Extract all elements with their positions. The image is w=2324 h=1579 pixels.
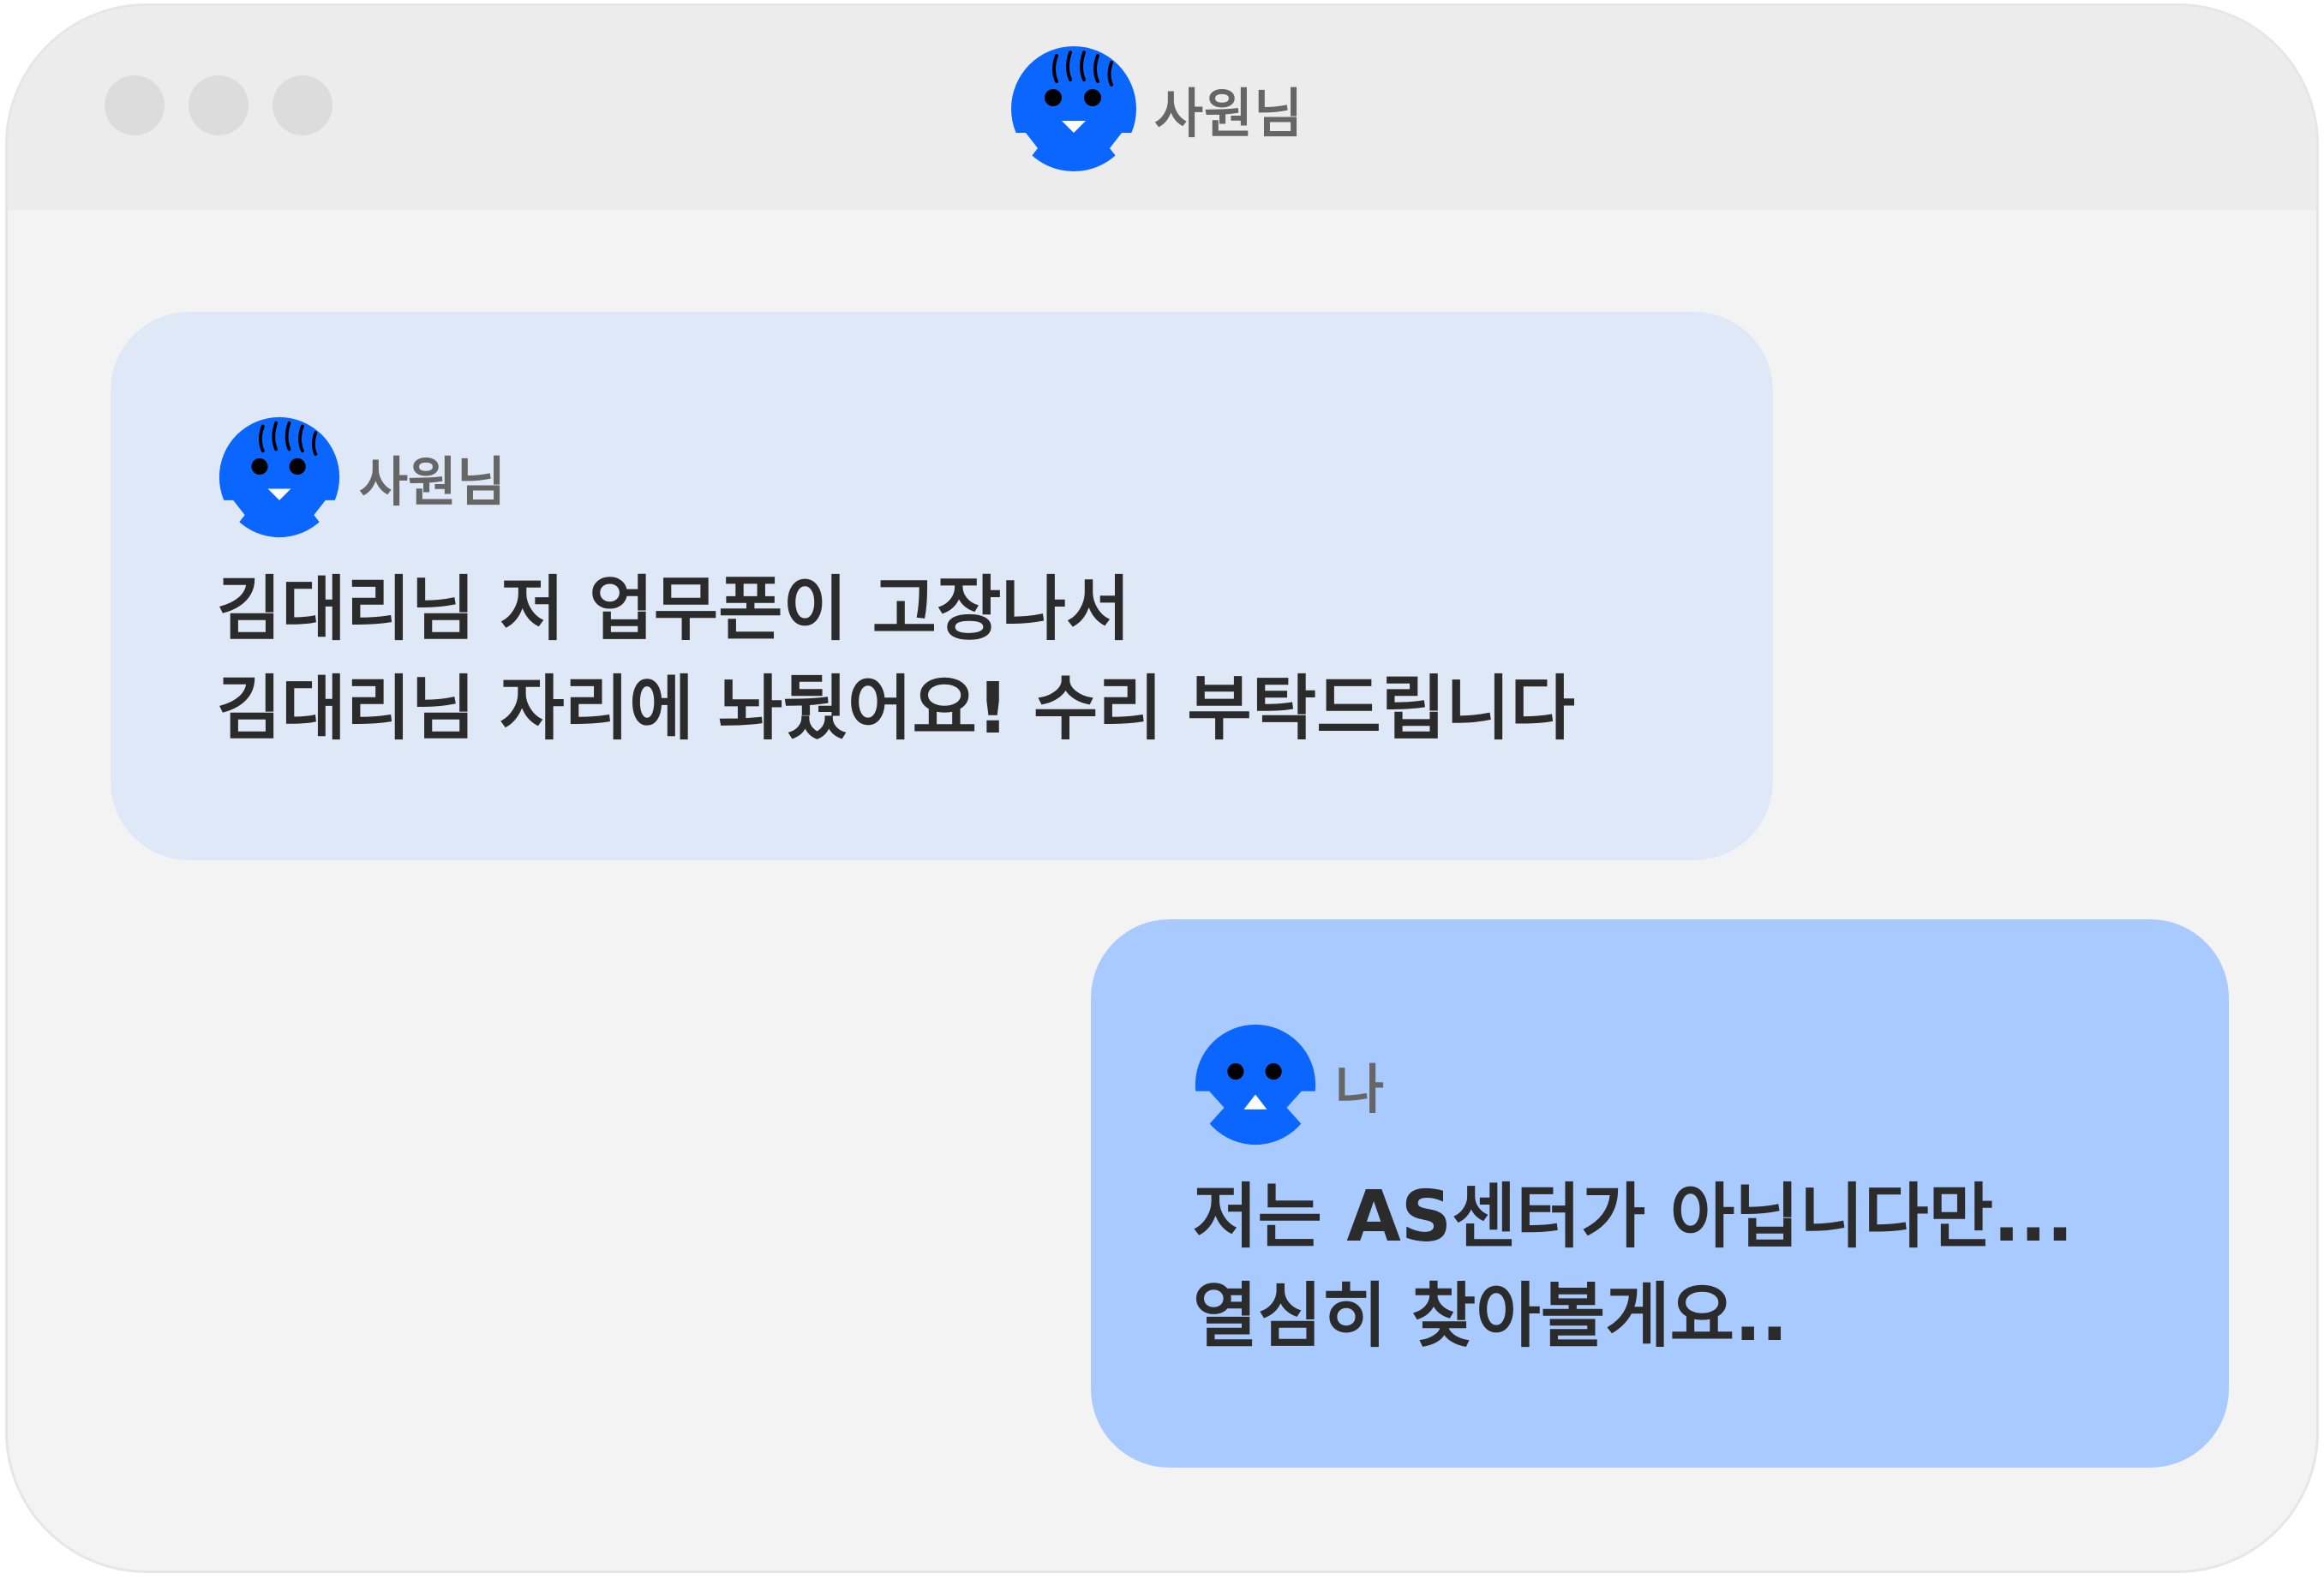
message-line: 김대리님 자리에 놔뒀어요! 수리 부탁드립니다 xyxy=(217,668,1575,750)
message-line: 저는 AS센터가 아닙니다만... xyxy=(1193,1176,2074,1258)
window-dot-icon[interactable] xyxy=(105,75,165,135)
message-sender: 사원님 xyxy=(217,415,506,540)
message-text: 김대리님 저 업무폰이 고장나서 김대리님 자리에 놔뒀어요! 수리 부탁드립니… xyxy=(217,560,1575,759)
window-dot-icon[interactable] xyxy=(189,75,249,135)
employee-avatar-icon xyxy=(217,416,342,538)
employee-avatar-icon xyxy=(1009,46,1139,171)
me-avatar-icon xyxy=(1193,1024,1318,1145)
sender-name: 사원님 xyxy=(359,451,506,513)
chat-title-text: 사원님 xyxy=(1154,82,1304,145)
message-line: 열심히 찾아볼게요.. xyxy=(1193,1276,1788,1357)
title-bar: 사원님 xyxy=(8,6,2316,210)
message-sender: 나 xyxy=(1193,1022,1384,1147)
window-dot-icon[interactable] xyxy=(273,75,332,135)
message-bubble-incoming: 사원님 김대리님 저 업무폰이 고장나서 김대리님 자리에 놔뒀어요! 수리 부… xyxy=(111,312,1773,860)
message-line: 김대리님 저 업무폰이 고장나서 xyxy=(217,569,1131,650)
message-text: 저는 AS센터가 아닙니다만... 열심히 찾아볼게요.. xyxy=(1193,1168,2073,1367)
sender-name: 나 xyxy=(1335,1058,1385,1121)
chat-window: 사원님 사원님 김대리님 저 업무폰이 고장나서 김대리님 자리에 놔뒀어요! … xyxy=(5,3,2319,1573)
message-bubble-outgoing: 나 저는 AS센터가 아닙니다만... 열심히 찾아볼게요.. xyxy=(1091,919,2229,1468)
chat-title: 사원님 xyxy=(1009,44,1303,174)
